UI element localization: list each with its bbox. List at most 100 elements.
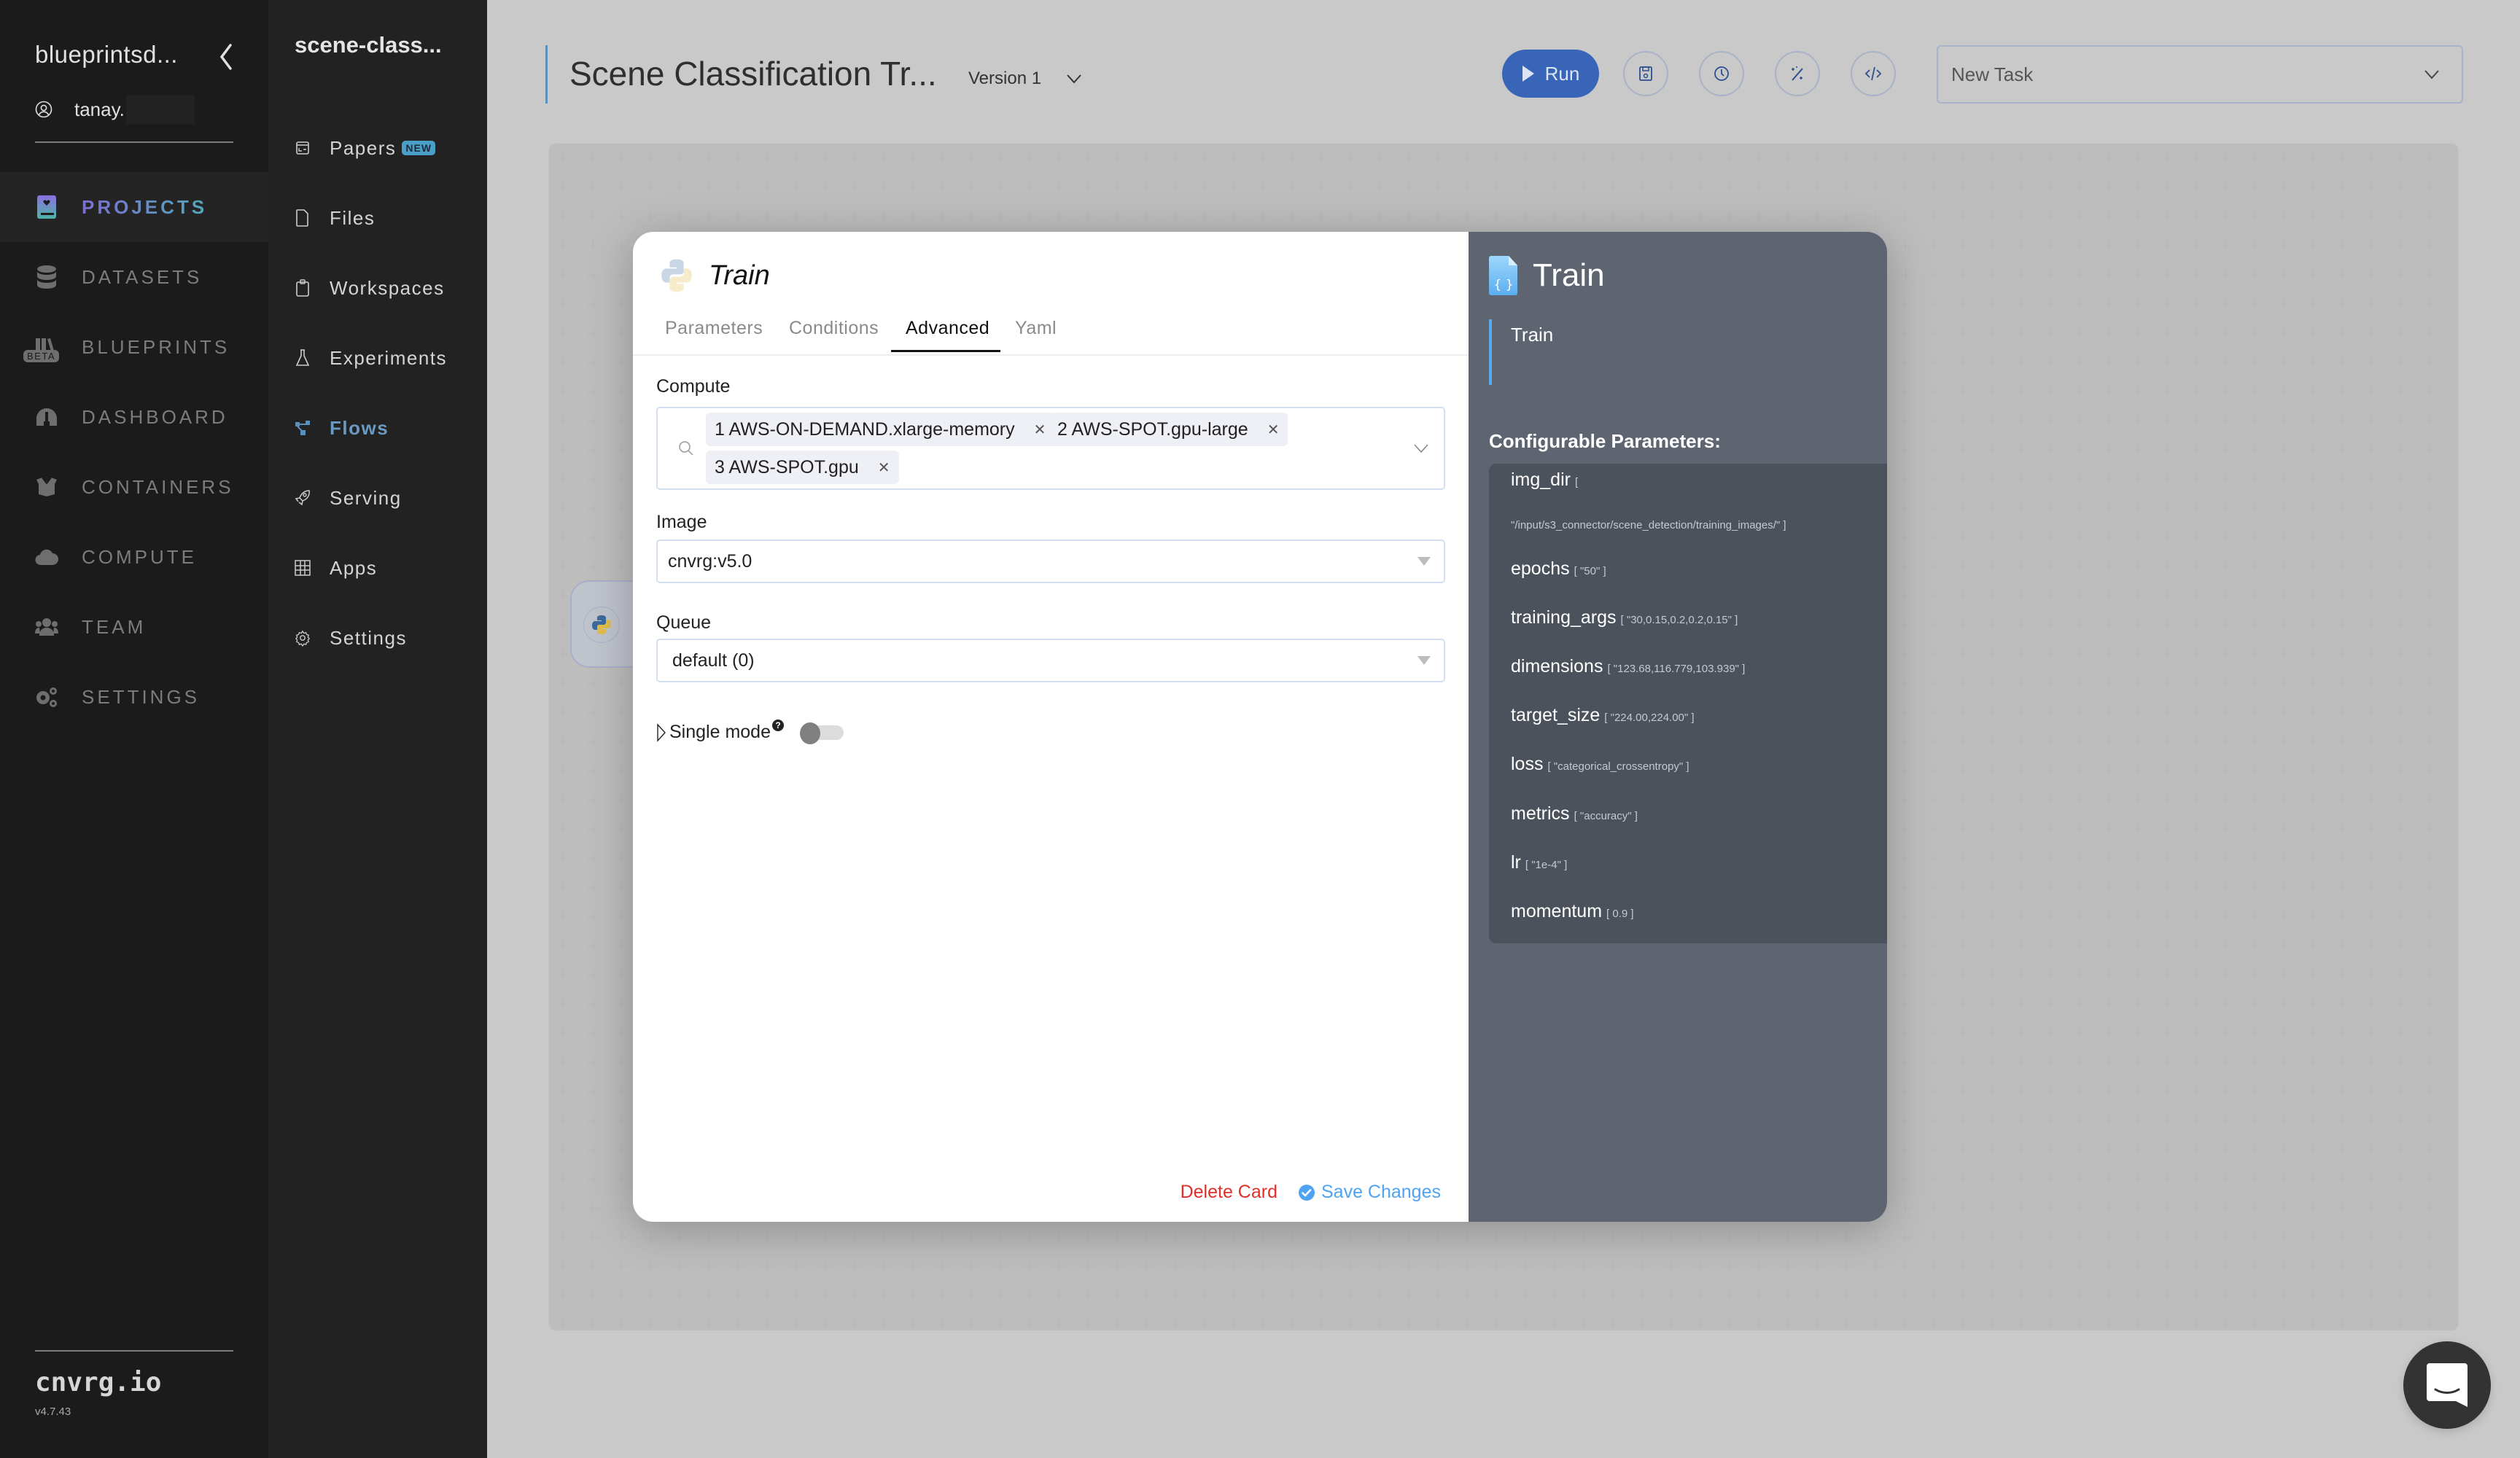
image-select-value: cnvrg:v5.0	[668, 550, 752, 572]
save-changes-label: Save Changes	[1321, 1182, 1441, 1202]
modal-tabs: Parameters Conditions Advanced Yaml	[633, 308, 1469, 356]
sidebar-item-settings[interactable]: SETTINGS	[0, 662, 268, 732]
project-name[interactable]: scene-class...	[295, 32, 442, 58]
sidebar-item-team[interactable]: TEAM	[0, 592, 268, 662]
sidebar-item-projects[interactable]: PROJECTS	[0, 172, 268, 242]
code-button[interactable]	[1851, 51, 1896, 96]
sidebar-item-blueprints[interactable]: BETA BLUEPRINTS	[0, 312, 268, 382]
flow-title[interactable]: Scene Classification Tr...	[569, 54, 937, 93]
single-mode-row: Single mode ?	[656, 719, 845, 744]
primary-sidebar: blueprintsd... tanay. PROJECTS DATASETS …	[0, 0, 268, 1458]
chevron-down-icon[interactable]	[1413, 443, 1429, 453]
org-name[interactable]: blueprintsd...	[35, 41, 178, 69]
collapse-sidebar-icon[interactable]	[216, 42, 236, 71]
chip-label: 1 AWS-ON-DEMAND.xlarge-memory	[715, 418, 1015, 440]
info-title: Train	[1533, 257, 1605, 293]
cloud-icon	[35, 545, 58, 569]
python-icon	[583, 607, 620, 643]
nav-label: Experiments	[330, 346, 447, 369]
papers-icon	[295, 139, 311, 157]
project-nav-serving[interactable]: Serving	[295, 480, 402, 516]
title-accent-bar	[545, 45, 548, 104]
nav-label: Settings	[330, 626, 407, 649]
project-nav-flows[interactable]: Flows	[295, 410, 389, 446]
project-nav-experiments[interactable]: Experiments	[295, 340, 447, 376]
configurable-parameters-heading: Configurable Parameters:	[1489, 430, 1721, 452]
modal-title[interactable]: Train	[709, 260, 770, 292]
remove-chip-icon[interactable]: ✕	[1267, 421, 1280, 439]
param-item: metrics [ "accuracy" ]	[1511, 803, 1638, 824]
new-task-select[interactable]: New Task	[1937, 45, 2463, 104]
delete-card-button[interactable]: Delete Card	[1181, 1182, 1278, 1203]
history-button[interactable]	[1699, 51, 1744, 96]
sidebar-item-label: CONTAINERS	[82, 475, 234, 498]
single-mode-toggle[interactable]	[799, 722, 845, 744]
database-icon	[35, 265, 58, 289]
nav-label: Files	[330, 206, 376, 229]
image-select[interactable]: cnvrg:v5.0	[656, 539, 1445, 583]
project-nav-papers[interactable]: Papers NEW	[295, 130, 436, 166]
username: tanay.	[74, 98, 125, 120]
sidebar-divider	[35, 141, 233, 143]
project-nav-workspaces[interactable]: Workspaces	[295, 270, 445, 306]
tab-yaml[interactable]: Yaml	[1015, 318, 1057, 339]
param-value: [ "1e-4" ]	[1525, 859, 1568, 871]
flask-icon	[295, 349, 311, 367]
param-value: [ "accuracy" ]	[1574, 810, 1638, 822]
image-label: Image	[656, 512, 707, 532]
save-changes-button[interactable]: Save Changes	[1298, 1182, 1441, 1203]
nav-label: Apps	[330, 556, 378, 579]
file-icon	[295, 209, 311, 227]
param-value: [ "224.00,224.00" ]	[1604, 712, 1695, 724]
sidebar-item-dashboard[interactable]: DASHBOARD	[0, 382, 268, 452]
sidebar-item-datasets[interactable]: DATASETS	[0, 242, 268, 312]
help-icon[interactable]: ?	[771, 719, 784, 731]
param-value: [	[1574, 476, 1579, 488]
param-name: lr	[1511, 852, 1521, 873]
svg-text:{ }: { }	[1493, 278, 1513, 292]
magic-wand-icon	[1792, 66, 1803, 81]
support-chat-button[interactable]	[2403, 1341, 2491, 1429]
chat-bubble-icon	[2427, 1363, 2468, 1407]
version-dropdown[interactable]: Version 1	[968, 69, 1082, 89]
param-item: epochs [ "50" ]	[1511, 558, 1606, 580]
chip-label: 2 AWS-SPOT.gpu-large	[1057, 418, 1248, 440]
blueprints-icon: BETA	[23, 335, 59, 362]
tab-parameters[interactable]: Parameters	[665, 318, 763, 339]
magic-wand-button[interactable]	[1775, 51, 1820, 96]
project-nav-settings[interactable]: Settings	[295, 620, 407, 656]
expand-triangle-icon[interactable]	[656, 722, 666, 743]
tab-conditions[interactable]: Conditions	[789, 318, 879, 339]
gear-icon	[295, 629, 311, 647]
flows-icon	[295, 419, 311, 437]
param-value: [ "123.68,116.779,103.939" ]	[1607, 663, 1746, 675]
info-description: Train	[1489, 319, 1553, 385]
compute-multiselect[interactable]: 1 AWS-ON-DEMAND.xlarge-memory ✕ 2 AWS-SP…	[656, 407, 1445, 490]
task-editor-form: Train Parameters Conditions Advanced Yam…	[633, 232, 1469, 1222]
compute-chip: 3 AWS-SPOT.gpu ✕	[706, 451, 899, 484]
run-label: Run	[1544, 62, 1580, 85]
remove-chip-icon[interactable]: ✕	[1034, 421, 1046, 439]
nav-label: Serving	[330, 486, 402, 509]
project-nav-files[interactable]: Files	[295, 200, 375, 236]
sidebar-item-label: TEAM	[82, 615, 147, 638]
queue-select[interactable]: default (0)	[656, 639, 1445, 682]
run-button[interactable]: Run	[1502, 50, 1599, 98]
save-flow-button[interactable]	[1623, 51, 1668, 96]
tab-advanced[interactable]: Advanced	[906, 318, 989, 339]
new-badge: NEW	[402, 141, 436, 155]
param-item: momentum[ 0.9 ]	[1511, 901, 1634, 922]
nav-label: Papers	[330, 136, 397, 159]
search-icon	[679, 441, 693, 456]
compute-chip: 1 AWS-ON-DEMAND.xlarge-memory ✕	[706, 413, 1055, 446]
remove-chip-icon[interactable]: ✕	[878, 459, 890, 477]
sidebar-item-compute[interactable]: COMPUTE	[0, 522, 268, 592]
param-item: img_dir[	[1511, 469, 1578, 491]
param-value-continued: "/input/s3_connector/scene_detection/tra…	[1511, 519, 1786, 531]
sidebar-item-containers[interactable]: CONTAINERS	[0, 452, 268, 522]
username-redaction	[125, 95, 195, 124]
task-editor-modal: Train Parameters Conditions Advanced Yam…	[633, 232, 1887, 1222]
project-nav-apps[interactable]: Apps	[295, 550, 377, 586]
user-menu[interactable]: tanay.	[35, 95, 195, 124]
clipboard-icon	[295, 279, 311, 297]
